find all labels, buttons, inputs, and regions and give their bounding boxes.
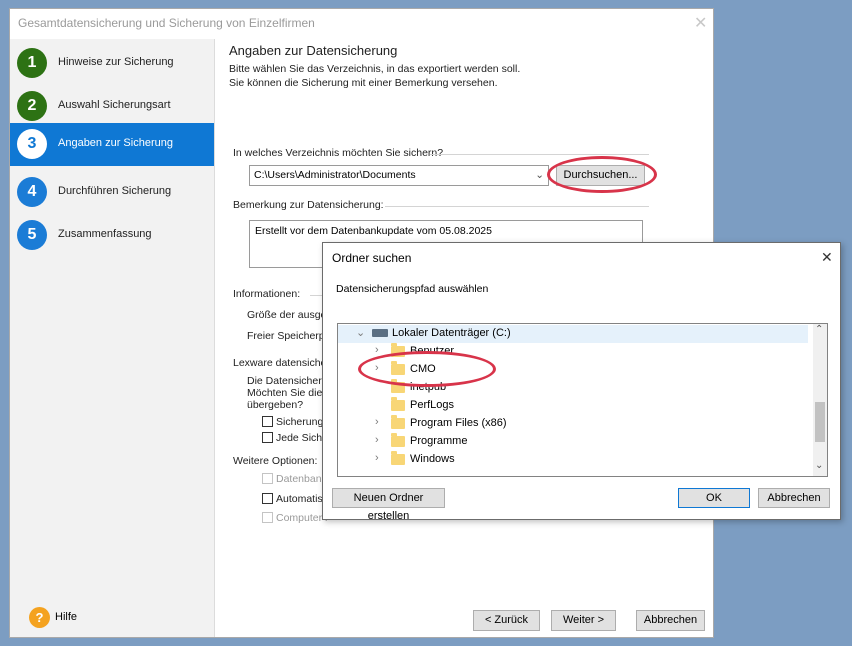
tree-item-label: Lokaler Datenträger (C:) (392, 327, 511, 339)
intro-text-1: Bitte wählen Sie das Verzeichnis, in das… (229, 63, 521, 75)
dialog-cancel-button[interactable]: Abbrechen (758, 488, 830, 508)
tree-item-label: Program Files (x86) (410, 417, 507, 429)
folder-icon (391, 397, 405, 411)
option-checkbox-1 (262, 473, 273, 484)
lexware-section-label: Lexware datensicher (233, 357, 330, 369)
scroll-down-icon[interactable]: ⌄ (815, 460, 823, 471)
more-options-label: Weitere Optionen: (233, 455, 318, 467)
highlight-ring-browse (547, 156, 657, 193)
close-icon[interactable]: ✕ (694, 13, 707, 33)
help-icon[interactable]: ? (29, 607, 50, 628)
step-number-2: 2 (17, 91, 47, 121)
page-title: Angaben zur Datensicherung (229, 43, 398, 58)
option-checkbox-1-label: Datenbank (276, 473, 327, 485)
directory-combobox[interactable]: C:\Users\Administrator\Documents ⌄ (249, 165, 549, 186)
step-label-2: Auswahl Sicherungsart (58, 99, 171, 111)
step-label-5: Zusammenfassung (58, 228, 152, 240)
step-label-1: Hinweise zur Sicherung (58, 56, 174, 68)
tree-item-folder[interactable]: PerfLogs (338, 397, 808, 415)
step-label-3: Angaben zur Sicherung (58, 137, 173, 149)
tree-scrollbar[interactable]: ⌃ ⌄ (813, 324, 827, 476)
folder-icon (391, 415, 405, 429)
chevron-right-icon[interactable]: › (375, 452, 379, 464)
chevron-right-icon[interactable]: › (375, 344, 379, 356)
step-3[interactable]: 3 Angaben zur Sicherung (10, 123, 214, 166)
dialog-instruction: Datensicherungspfad auswählen (336, 283, 489, 295)
folder-tree[interactable]: ⌄ Lokaler Datenträger (C:) › Benutzer › … (337, 323, 828, 477)
dialog-title: Ordner suchen (332, 251, 412, 265)
lexware-text-1: Die Datensicherun (247, 375, 334, 387)
info-size: Größe der ausgew (247, 309, 334, 321)
scroll-up-icon[interactable]: ⌃ (815, 324, 823, 335)
highlight-ring-cmo (358, 351, 496, 387)
help-link[interactable]: Hilfe (55, 611, 77, 623)
window-title: Gesamtdatensicherung und Sicherung von E… (18, 16, 315, 30)
wizard-sidebar: 1 Hinweise zur Sicherung 2 Auswahl Siche… (10, 39, 215, 637)
ok-button[interactable]: OK (678, 488, 750, 508)
intro-text-2: Sie können die Sicherung mit einer Bemer… (229, 77, 498, 89)
next-button[interactable]: Weiter > (551, 610, 616, 631)
remark-label: Bemerkung zur Datensicherung: (233, 199, 384, 211)
step-number-1: 1 (17, 48, 47, 78)
step-2[interactable]: 2 Auswahl Sicherungsart (10, 85, 214, 127)
divider (385, 206, 649, 207)
close-icon[interactable]: ✕ (821, 249, 833, 266)
step-5[interactable]: 5 Zusammenfassung (10, 214, 214, 256)
info-free-space: Freier Speicherpla (247, 330, 333, 342)
directory-value: C:\Users\Administrator\Documents (254, 169, 416, 181)
option-checkbox-2-label: Automatisc (276, 493, 328, 505)
tree-item-drive[interactable]: ⌄ Lokaler Datenträger (C:) (338, 325, 808, 343)
new-folder-button[interactable]: Neuen Ordner erstellen (332, 488, 445, 522)
tree-item-label: Programme (410, 435, 468, 447)
step-number-4: 4 (17, 177, 47, 207)
info-label: Informationen: (233, 288, 301, 300)
cancel-button[interactable]: Abbrechen (636, 610, 705, 631)
back-button[interactable]: < Zurück (473, 610, 540, 631)
backup-checkbox-1[interactable] (262, 416, 273, 427)
chevron-right-icon[interactable]: › (375, 416, 379, 428)
step-label-4: Durchführen Sicherung (58, 185, 172, 197)
tree-item-label: PerfLogs (410, 399, 455, 411)
divider (430, 154, 649, 155)
step-number-3: 3 (17, 129, 47, 159)
option-checkbox-2[interactable] (262, 493, 273, 504)
option-checkbox-3 (262, 512, 273, 523)
backup-checkbox-2[interactable] (262, 432, 273, 443)
tree-item-label: Windows (410, 453, 455, 465)
tree-item-folder[interactable]: › Program Files (x86) (338, 415, 808, 433)
lexware-text-2: Möchten Sie die D (247, 387, 333, 399)
tree-item-folder[interactable]: › Windows (338, 451, 808, 469)
folder-icon (391, 451, 405, 465)
folder-icon (391, 433, 405, 447)
chevron-down-icon[interactable]: ⌄ (356, 326, 365, 339)
lexware-text-3: übergeben? (247, 399, 304, 411)
step-1[interactable]: 1 Hinweise zur Sicherung (10, 42, 214, 84)
tree-item-folder[interactable]: › Programme (338, 433, 808, 451)
chevron-right-icon[interactable]: › (375, 434, 379, 446)
chevron-down-icon[interactable]: ⌄ (535, 169, 544, 181)
option-checkbox-3-label: Computer r (276, 512, 329, 524)
drive-icon (372, 329, 388, 337)
step-number-5: 5 (17, 220, 47, 250)
step-4[interactable]: 4 Durchführen Sicherung (10, 171, 214, 213)
directory-question: In welches Verzeichnis möchten Sie siche… (233, 147, 444, 159)
scrollbar-thumb[interactable] (815, 402, 825, 442)
